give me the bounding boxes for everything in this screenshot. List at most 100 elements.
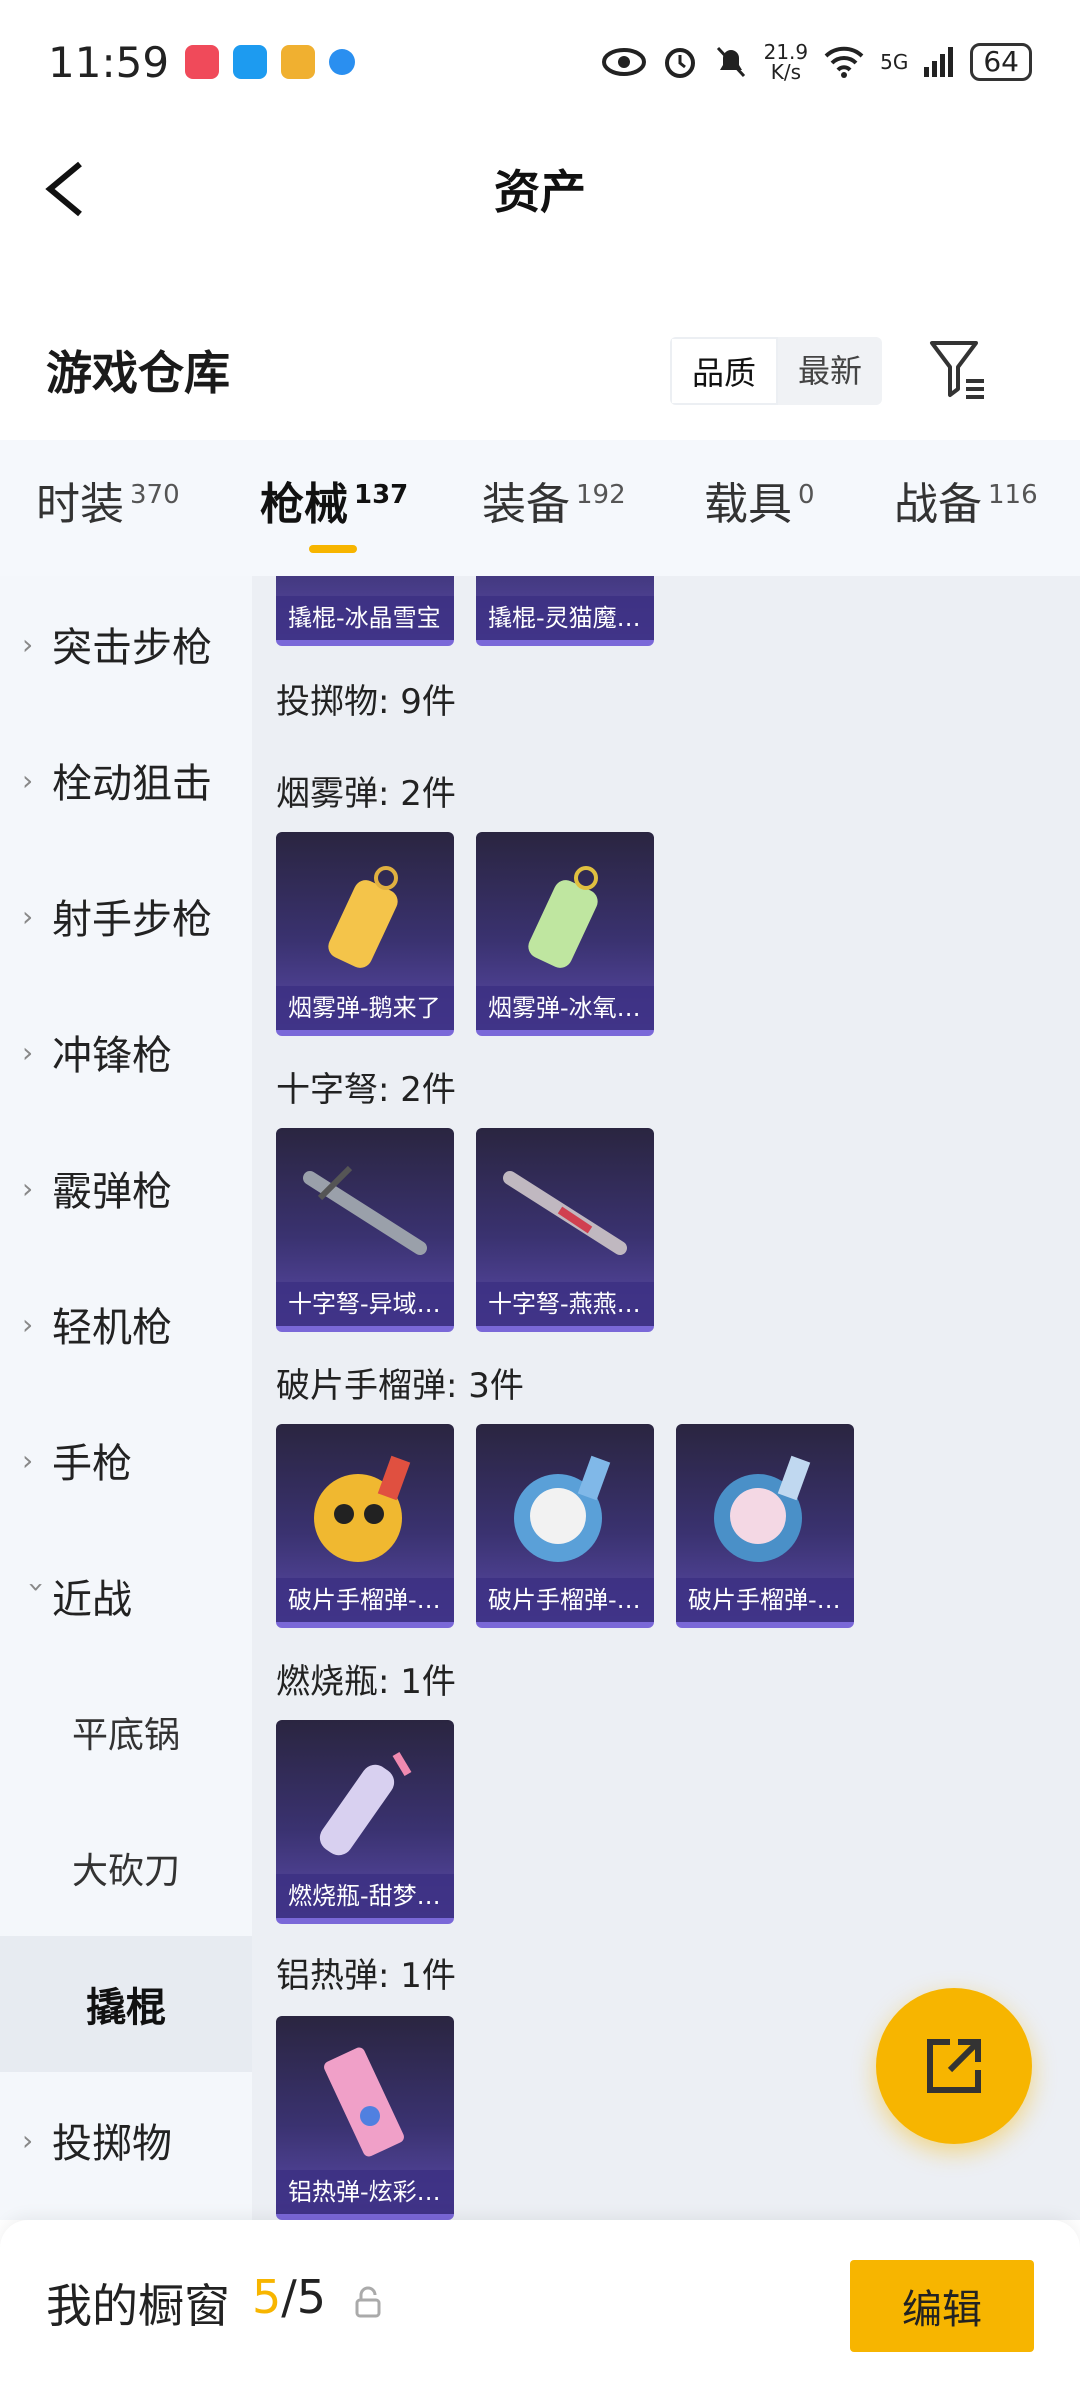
sidebar-item-melee[interactable]: › 近战	[0, 1528, 252, 1664]
item-card[interactable]: 燃烧瓶-甜梦…	[276, 1720, 454, 1924]
item-card-label: 破片手榴弹-…	[676, 1578, 854, 1622]
sidebar-item-label: 冲锋枪	[52, 1033, 172, 1079]
tab-combat-gear[interactable]: 战备 116	[894, 468, 1038, 532]
external-link-icon	[927, 2039, 981, 2093]
chevron-right-icon: ›	[22, 2123, 34, 2157]
sidebar-item-shotgun[interactable]: › 霰弹枪	[0, 1120, 252, 1256]
item-card[interactable]: 铝热弹-炫彩…	[276, 2016, 454, 2220]
sidebar-item-label: 投掷物	[52, 2121, 172, 2167]
tab-label: 战备	[894, 479, 982, 530]
sidebar-item-pistol[interactable]: › 手枪	[0, 1392, 252, 1528]
sidebar-item-label: 近战	[52, 1577, 132, 1623]
item-card[interactable]: 破片手榴弹-…	[476, 1424, 654, 1628]
eye-icon	[601, 48, 646, 76]
frag-grenade-image	[514, 1455, 611, 1562]
browser-app-icon	[329, 49, 356, 75]
net-speed-unit: K/s	[770, 60, 801, 84]
status-time: 11:59	[48, 37, 170, 87]
sidebar-item-smg[interactable]: › 冲锋枪	[0, 984, 252, 1120]
tab-count: 192	[576, 480, 626, 510]
showcase-total: 5	[296, 2270, 327, 2324]
showcase-label: 我的橱窗	[46, 2279, 230, 2333]
chevron-right-icon: ›	[22, 627, 34, 661]
chevron-right-icon: ›	[22, 1443, 34, 1477]
tab-equipment[interactable]: 装备 192	[482, 468, 626, 532]
alarm-icon	[664, 48, 695, 78]
share-fab-button[interactable]	[876, 1988, 1032, 2144]
filter-icon[interactable]	[928, 337, 988, 401]
app-header: 资产	[0, 124, 1080, 254]
item-card[interactable]: 十字弩-燕燕…	[476, 1128, 654, 1332]
battery-indicator: 64	[970, 43, 1032, 81]
item-card[interactable]: 破片手榴弹-…	[676, 1424, 854, 1628]
wifi-icon	[824, 46, 864, 78]
item-card-label: 十字弩-异域…	[276, 1282, 454, 1326]
back-arrow-icon[interactable]	[40, 154, 100, 224]
throwables-heading: 投掷物: 9件	[276, 682, 456, 722]
sidebar-item-label: 突击步枪	[52, 625, 212, 671]
item-card-label: 烟雾弹-冰氧…	[476, 986, 654, 1030]
net-speed-value: 21.9	[763, 40, 809, 64]
item-grid: 撬棍-冰晶雪宝 撬棍-灵猫魔… 投掷物: 9件 烟雾弹: 2件 烟雾弹-鹅来了 …	[252, 576, 1080, 2220]
showcase-count: 5/5	[252, 2270, 326, 2324]
item-card[interactable]: 烟雾弹-鹅来了	[276, 832, 454, 1036]
weapon-type-sidebar: › 突击步枪 › 栓动狙击 › 射手步枪 › 冲锋枪 › 霰弹枪 › 轻机枪 › 手枪 › 近战…	[0, 576, 252, 2220]
tab-label: 装备	[482, 479, 570, 530]
item-card[interactable]: 破片手榴弹-…	[276, 1424, 454, 1628]
sidebar-item-lmg[interactable]: › 轻机枪	[0, 1256, 252, 1392]
sidebar-item-throwables[interactable]: › 投掷物	[0, 2072, 252, 2208]
warehouse-row: 游戏仓库 品质 最新	[0, 315, 1080, 425]
chevron-right-icon: ›	[22, 1307, 34, 1341]
tab-vehicles[interactable]: 载具 0	[704, 468, 815, 532]
frag-grenade-image	[714, 1455, 811, 1562]
molotov-image	[319, 1751, 412, 1856]
item-card[interactable]: 烟雾弹-冰氧…	[476, 832, 654, 1036]
sidebar-item-label: 轻机枪	[52, 1305, 172, 1351]
tab-count: 137	[354, 480, 409, 510]
tab-firearms[interactable]: 枪械 137	[260, 468, 408, 532]
category-tabs: 时装 370 枪械 137 装备 192 载具 0 战备 116	[0, 440, 1080, 576]
section-heading: 十字弩: 2件	[276, 1070, 456, 1110]
item-card[interactable]: 撬棍-灵猫魔…	[476, 576, 654, 646]
game-app-icon	[281, 45, 316, 79]
signal-label: 5G	[880, 50, 909, 74]
item-card-label: 烟雾弹-鹅来了	[276, 986, 454, 1030]
tab-label: 载具	[704, 479, 792, 530]
status-bar: 11:59 21.9 K/s 5G 64	[0, 0, 1080, 124]
chevron-right-icon: ›	[22, 763, 34, 797]
sort-option-latest[interactable]: 最新	[778, 337, 882, 405]
item-card-label: 撬棍-灵猫魔…	[476, 596, 654, 640]
section-heading: 铝热弹: 1件	[276, 1956, 456, 1996]
tab-fashion[interactable]: 时装 370	[36, 468, 180, 532]
sidebar-subitem-pan[interactable]: 平底锅	[0, 1664, 252, 1800]
item-card[interactable]: 撬棍-冰晶雪宝	[276, 576, 454, 646]
showcase-separator: /	[281, 2270, 297, 2324]
tab-label: 时装	[36, 479, 124, 530]
section-heading: 破片手榴弹: 3件	[276, 1366, 524, 1406]
lock-icon	[355, 2286, 381, 2318]
sidebar-subitem-crowbar[interactable]: 撬棍	[0, 1936, 252, 2072]
tab-label: 枪械	[260, 479, 348, 530]
sidebar-item-marksman-rifle[interactable]: › 射手步枪	[0, 848, 252, 984]
signal-bars-icon	[924, 47, 954, 77]
sort-toggle: 品质 最新	[670, 337, 883, 405]
sidebar-subitem-machete[interactable]: 大砍刀	[0, 1800, 252, 1936]
chevron-right-icon: ›	[22, 1035, 34, 1069]
edit-button[interactable]: 编辑	[850, 2260, 1034, 2352]
tab-count: 370	[130, 480, 180, 510]
item-card[interactable]: 十字弩-异域…	[276, 1128, 454, 1332]
sidebar-item-label: 栓动狙击	[52, 761, 212, 807]
sidebar-item-assault-rifle[interactable]: › 突击步枪	[0, 576, 252, 712]
tab-count: 116	[988, 480, 1038, 510]
frag-grenade-image	[314, 1455, 411, 1562]
item-card-label: 破片手榴弹-…	[276, 1578, 454, 1622]
sidebar-item-label: 霰弹枪	[52, 1169, 172, 1215]
item-card-label: 铝热弹-炫彩…	[276, 2170, 454, 2214]
mail-app-icon	[185, 45, 220, 79]
warehouse-title: 游戏仓库	[46, 346, 230, 400]
item-card-label: 十字弩-燕燕…	[476, 1282, 654, 1326]
sidebar-item-bolt-sniper[interactable]: › 栓动狙击	[0, 712, 252, 848]
sidebar-item-label: 射手步枪	[52, 897, 212, 943]
sort-option-quality[interactable]: 品质	[670, 337, 779, 405]
section-heading: 燃烧瓶: 1件	[276, 1662, 456, 1702]
